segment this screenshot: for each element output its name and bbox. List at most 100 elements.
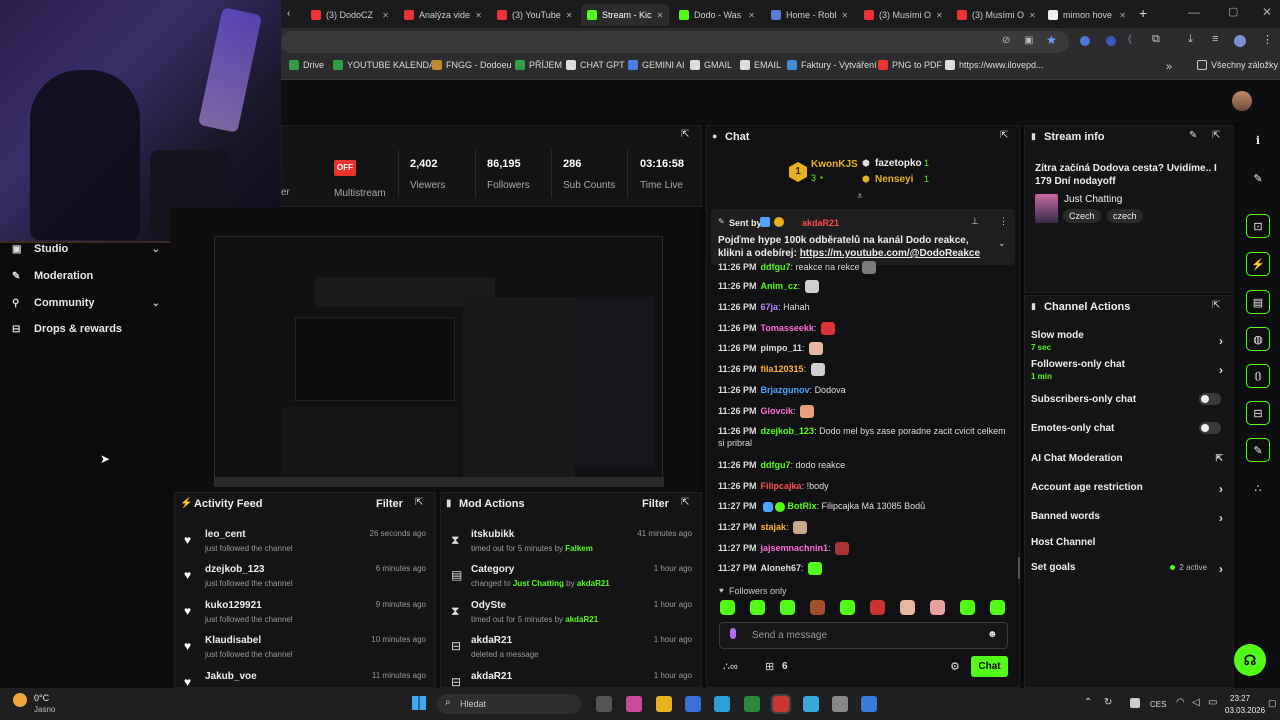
wifi-icon[interactable]: ◠ <box>1176 697 1185 708</box>
list-item[interactable]: ♥ dzejkob_123 just followed the channel 6 m… <box>182 564 430 588</box>
browser-tab[interactable]: Stream - Kic ✕ <box>581 4 669 26</box>
activity-filter-button[interactable]: Filter <box>376 498 403 510</box>
clock-date[interactable]: 03.03.2026 <box>1225 706 1265 715</box>
language-indicator[interactable]: CES <box>1150 700 1166 709</box>
sidebar-item-community[interactable]: ⚲ Community ⌄ <box>12 297 160 309</box>
tag[interactable]: Czech <box>1063 209 1101 223</box>
sidebar-item-drops-rewards[interactable]: ⊟ Drops & rewards <box>12 323 160 335</box>
chat-username[interactable]: 67ja <box>761 302 779 312</box>
channel-action-host-channel[interactable]: Host Channel <box>1031 537 1229 548</box>
tab-scroll-left-icon[interactable]: ‹ <box>287 8 290 19</box>
emote-picker-icon[interactable] <box>900 600 915 615</box>
mod-filter-button[interactable]: Filter <box>642 498 669 510</box>
taskbar-app-icon[interactable] <box>656 696 672 712</box>
emote-picker-icon[interactable] <box>720 600 735 615</box>
new-tab-button[interactable]: + <box>1139 5 1147 21</box>
maximize-icon[interactable]: ▢ <box>1228 5 1238 18</box>
chat-username[interactable]: Filipcajka <box>761 481 802 491</box>
emote-picker-icon[interactable] <box>780 600 795 615</box>
list-item[interactable]: ▤ Category changed to Just Chatting by akd… <box>448 564 696 588</box>
channel-action-emotes-only-chat[interactable]: Emotes-only chat <box>1031 422 1229 434</box>
extension-icon-2[interactable] <box>1106 36 1116 46</box>
mic-icon[interactable] <box>730 628 736 639</box>
bookmark-item[interactable]: Faktury - Vytváření <box>787 60 877 70</box>
all-bookmarks-button[interactable]: Všechny záložky <box>1197 60 1278 70</box>
tab-close-icon[interactable]: ✕ <box>1029 11 1036 20</box>
taskbar-app-icon[interactable] <box>771 694 791 714</box>
browser-tab[interactable]: Analýza vide ✕ <box>398 4 488 26</box>
bookmark-item[interactable]: PNG to PDF <box>878 60 942 70</box>
lightning-icon[interactable]: ⚡ <box>1246 252 1270 276</box>
profile-icon[interactable] <box>1234 35 1246 47</box>
multistream-badge[interactable]: OFF <box>334 160 356 176</box>
collapse-icon[interactable]: ⩡ <box>857 191 863 202</box>
address-bar[interactable] <box>281 31 1069 53</box>
browser-menu-icon[interactable]: ⋮ <box>1262 33 1273 46</box>
channel-action-followers-only-chat[interactable]: Followers-only chat 1 min › <box>1031 359 1229 381</box>
chat-send-button[interactable]: Chat <box>971 656 1008 677</box>
expand-icon[interactable]: ⇱ <box>415 497 423 508</box>
pinned-user[interactable]: akdaR21 <box>802 218 839 228</box>
bookmark-item[interactable]: CHAT GPT <box>566 60 625 70</box>
tools-icon[interactable]: ✎ <box>1246 438 1270 462</box>
list-item[interactable]: ⧗ itskubikk timed out for 5 minutes by Fal… <box>448 529 696 553</box>
pinned-expand-icon[interactable]: ⌄ <box>998 238 1006 249</box>
chat-username[interactable]: dzejkob_123 <box>761 426 815 436</box>
notifications-icon[interactable]: ▢ <box>1268 698 1277 709</box>
expand-icon[interactable]: ⇱ <box>1212 300 1220 311</box>
camera-icon[interactable]: ▣ <box>1024 35 1033 46</box>
bookmark-item[interactable]: YOUTUBE KALENDÁŘ <box>333 60 442 70</box>
chat-username[interactable]: stajak <box>761 522 787 532</box>
more-bookmarks-button[interactable]: » <box>1166 61 1172 73</box>
chat-username[interactable]: Tomasseekk <box>761 323 814 333</box>
list-item[interactable]: ♥ Jakub_voe 11 minutes ago <box>182 671 430 689</box>
bookmark-item[interactable]: PŘÍJEM <box>515 60 562 70</box>
emote-picker-icon[interactable] <box>870 600 885 615</box>
sidebar-item-studio[interactable]: ▣ Studio ⌄ <box>12 243 160 255</box>
chat-scrollbar[interactable] <box>1018 557 1020 579</box>
emote-picker-icon[interactable] <box>750 600 765 615</box>
weather-icon[interactable] <box>13 693 27 707</box>
top-gifter-name[interactable]: fazetopko <box>875 158 922 169</box>
drops-icon[interactable]: ∴ <box>1246 476 1270 500</box>
chat-username[interactable]: BotRix <box>788 501 817 511</box>
bookmark-star-icon[interactable]: ★ <box>1046 33 1057 47</box>
list-item[interactable]: ♥ kuko129921 just followed the channel 9 mi… <box>182 600 430 624</box>
tag[interactable]: czech <box>1107 209 1143 223</box>
chat-username[interactable]: Aloneh67 <box>761 563 802 573</box>
emote-picker-icon[interactable] <box>930 600 945 615</box>
chat-username[interactable]: Brjazgunov <box>761 385 810 395</box>
toggle-switch[interactable] <box>1199 393 1221 405</box>
unpin-icon[interactable]: ⊥ <box>971 216 979 227</box>
bookmark-item[interactable]: https://www.ilovepd... <box>945 60 1044 70</box>
tab-close-icon[interactable]: ✕ <box>475 11 482 20</box>
volume-icon[interactable]: ◁ <box>1192 697 1200 708</box>
pinned-menu-icon[interactable]: ⋮ <box>999 216 1008 227</box>
channel-action-set-goals[interactable]: Set goals › 2 active <box>1031 562 1229 576</box>
expand-icon[interactable]: ⇱ <box>681 129 689 140</box>
gift-box-icon[interactable]: ⊞ <box>765 660 774 673</box>
extension-icon-1[interactable] <box>1080 36 1090 46</box>
chat-username[interactable]: pimpo_11 <box>761 343 803 353</box>
battery-icon[interactable]: ▭ <box>1208 697 1217 708</box>
minimize-icon[interactable]: — <box>1188 5 1200 19</box>
user-avatar[interactable] <box>1232 91 1252 111</box>
tab-close-icon[interactable]: ✕ <box>748 11 755 20</box>
channel-action-subscribers-only-chat[interactable]: Subscribers-only chat <box>1031 393 1229 405</box>
browser-tab[interactable]: mimon hove ✕ <box>1042 4 1132 26</box>
drops-icon[interactable]: ∴∞ <box>723 660 738 673</box>
chat-username[interactable]: Glovcik <box>761 406 794 416</box>
edit-icon[interactable]: ✎ <box>1189 130 1197 141</box>
tab-close-icon[interactable]: ✕ <box>566 11 573 20</box>
list-item[interactable]: ⧗ OdySte timed out for 5 minutes by akdaR2… <box>448 600 696 624</box>
tab-close-icon[interactable]: ✕ <box>1119 11 1126 20</box>
toggle-switch[interactable] <box>1199 422 1221 434</box>
bookmark-item[interactable]: GMAIL <box>690 60 732 70</box>
chat-username[interactable]: jajsemnachnin1 <box>761 543 829 553</box>
list-item[interactable]: ⊟ akdaR21 deleted a message 1 hour ago <box>448 635 696 659</box>
expand-icon[interactable]: ⇱ <box>681 497 689 508</box>
taskbar-app-icon[interactable] <box>832 696 848 712</box>
emote-picker-icon[interactable] <box>960 600 975 615</box>
taskbar-app-icon[interactable] <box>861 696 877 712</box>
bookmark-item[interactable]: FNGG - Dodoeu <box>432 60 512 70</box>
